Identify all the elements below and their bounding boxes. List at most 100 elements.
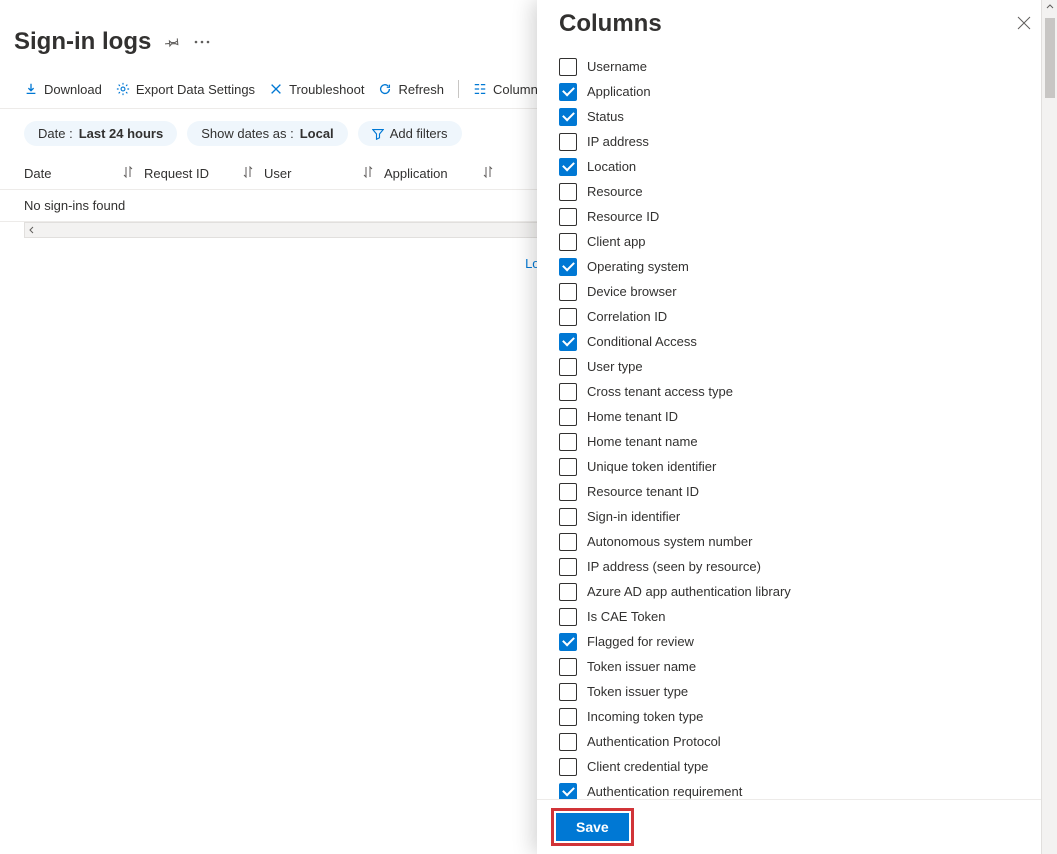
column-option[interactable]: Incoming token type <box>559 704 1035 729</box>
checkbox[interactable] <box>559 408 577 426</box>
save-button[interactable]: Save <box>556 813 629 841</box>
troubleshoot-button[interactable]: Troubleshoot <box>269 82 364 97</box>
columns-button[interactable]: Columns <box>473 82 544 97</box>
scroll-left-icon <box>27 225 37 235</box>
checkbox[interactable] <box>559 733 577 751</box>
more-icon[interactable] <box>193 33 211 51</box>
checkbox-label: Flagged for review <box>587 634 694 649</box>
checkbox[interactable] <box>559 383 577 401</box>
col-user[interactable]: User <box>264 158 384 189</box>
checkbox[interactable] <box>559 83 577 101</box>
column-option[interactable]: IP address (seen by resource) <box>559 554 1035 579</box>
checkbox[interactable] <box>559 508 577 526</box>
column-option[interactable]: IP address <box>559 129 1035 154</box>
col-application[interactable]: Application <box>384 158 504 189</box>
checkbox-label: IP address <box>587 134 649 149</box>
checkbox[interactable] <box>559 558 577 576</box>
sort-icon <box>482 166 494 181</box>
checkbox[interactable] <box>559 783 577 800</box>
vertical-scrollbar[interactable] <box>1041 0 1057 854</box>
checkbox[interactable] <box>559 333 577 351</box>
checkbox[interactable] <box>559 483 577 501</box>
refresh-button[interactable]: Refresh <box>378 82 444 97</box>
column-option[interactable]: Client app <box>559 229 1035 254</box>
column-option[interactable]: Conditional Access <box>559 329 1035 354</box>
checkbox[interactable] <box>559 533 577 551</box>
column-option[interactable]: Sign-in identifier <box>559 504 1035 529</box>
column-option[interactable]: Authentication Protocol <box>559 729 1035 754</box>
download-label: Download <box>44 82 102 97</box>
load-more-link[interactable]: Load <box>24 238 554 271</box>
checkbox[interactable] <box>559 133 577 151</box>
checkbox-label: Home tenant ID <box>587 409 678 424</box>
column-option[interactable]: Resource <box>559 179 1035 204</box>
column-option[interactable]: Cross tenant access type <box>559 379 1035 404</box>
checkbox[interactable] <box>559 208 577 226</box>
column-option[interactable]: Application <box>559 79 1035 104</box>
checkbox[interactable] <box>559 433 577 451</box>
checkbox[interactable] <box>559 758 577 776</box>
column-option[interactable]: Operating system <box>559 254 1035 279</box>
checkbox-label: Unique token identifier <box>587 459 716 474</box>
column-option[interactable]: Device browser <box>559 279 1035 304</box>
troubleshoot-label: Troubleshoot <box>289 82 364 97</box>
close-icon[interactable] <box>1013 12 1035 37</box>
checkbox-label: Location <box>587 159 636 174</box>
column-option[interactable]: Location <box>559 154 1035 179</box>
checkbox-label: Incoming token type <box>587 709 703 724</box>
col-request-id[interactable]: Request ID <box>144 158 264 189</box>
column-option[interactable]: Resource tenant ID <box>559 479 1035 504</box>
column-option[interactable]: Autonomous system number <box>559 529 1035 554</box>
checkbox[interactable] <box>559 608 577 626</box>
scrollbar-thumb[interactable] <box>1045 18 1055 98</box>
filter-icon <box>372 128 384 140</box>
export-settings-button[interactable]: Export Data Settings <box>116 82 255 97</box>
checkbox-label: Sign-in identifier <box>587 509 680 524</box>
checkbox[interactable] <box>559 58 577 76</box>
checkbox[interactable] <box>559 283 577 301</box>
column-option[interactable]: Correlation ID <box>559 304 1035 329</box>
checkbox[interactable] <box>559 258 577 276</box>
scroll-up-icon <box>1045 2 1055 12</box>
column-option[interactable]: Flagged for review <box>559 629 1035 654</box>
checkbox[interactable] <box>559 308 577 326</box>
checkbox[interactable] <box>559 158 577 176</box>
checkbox-label: Operating system <box>587 259 689 274</box>
checkbox[interactable] <box>559 658 577 676</box>
refresh-label: Refresh <box>398 82 444 97</box>
checkbox[interactable] <box>559 583 577 601</box>
checkbox[interactable] <box>559 233 577 251</box>
pin-icon[interactable] <box>163 33 181 51</box>
add-filters-button[interactable]: Add filters <box>358 121 462 146</box>
column-option[interactable]: Resource ID <box>559 204 1035 229</box>
checkbox-label: Is CAE Token <box>587 609 666 624</box>
toolbar-divider <box>458 80 459 98</box>
column-option[interactable]: Client credential type <box>559 754 1035 779</box>
column-option[interactable]: Authentication requirement <box>559 779 1035 799</box>
column-option[interactable]: Username <box>559 54 1035 79</box>
column-option[interactable]: Home tenant ID <box>559 404 1035 429</box>
col-date[interactable]: Date <box>24 158 144 189</box>
show-dates-filter[interactable]: Show dates as : Local <box>187 121 347 146</box>
checkbox[interactable] <box>559 683 577 701</box>
column-option[interactable]: Status <box>559 104 1035 129</box>
checkbox[interactable] <box>559 708 577 726</box>
checkbox[interactable] <box>559 108 577 126</box>
checkbox[interactable] <box>559 358 577 376</box>
download-button[interactable]: Download <box>24 82 102 97</box>
checkbox[interactable] <box>559 458 577 476</box>
column-option[interactable]: Azure AD app authentication library <box>559 579 1035 604</box>
checkbox[interactable] <box>559 183 577 201</box>
column-option[interactable]: Is CAE Token <box>559 604 1035 629</box>
checkbox-label: Token issuer name <box>587 659 696 674</box>
date-filter[interactable]: Date : Last 24 hours <box>24 121 177 146</box>
checkbox[interactable] <box>559 633 577 651</box>
checkbox-label: IP address (seen by resource) <box>587 559 761 574</box>
show-dates-label: Show dates as : <box>201 126 294 141</box>
column-option[interactable]: Token issuer name <box>559 654 1035 679</box>
column-option[interactable]: Unique token identifier <box>559 454 1035 479</box>
column-option[interactable]: Token issuer type <box>559 679 1035 704</box>
export-label: Export Data Settings <box>136 82 255 97</box>
column-option[interactable]: Home tenant name <box>559 429 1035 454</box>
column-option[interactable]: User type <box>559 354 1035 379</box>
